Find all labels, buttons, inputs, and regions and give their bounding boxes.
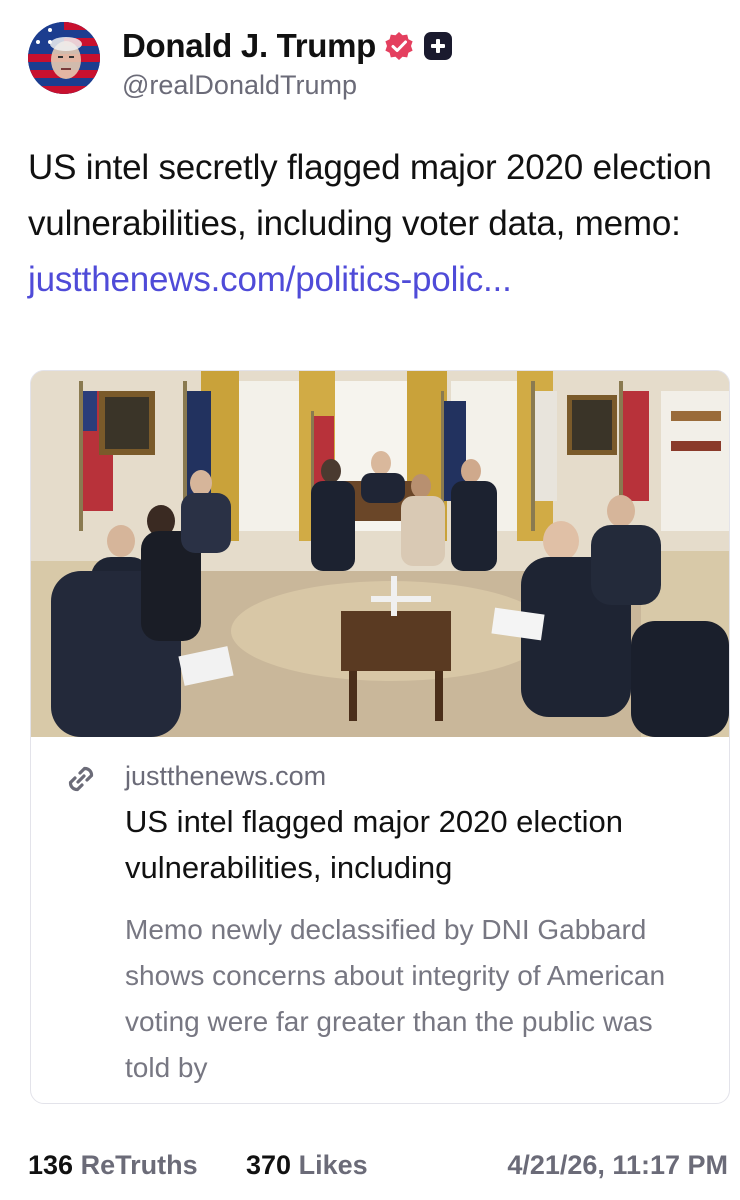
- likes-count: 370: [246, 1150, 292, 1180]
- post-timestamp[interactable]: 4/21/26, 11:17 PM: [507, 1150, 728, 1181]
- card-meta: justthenews.com US intel flagged major 2…: [31, 737, 729, 1103]
- link-preview-card[interactable]: justthenews.com US intel flagged major 2…: [30, 370, 730, 1104]
- post-stats: 136 ReTruths 370 Likes 4/21/26, 11:17 PM: [28, 1150, 728, 1184]
- truth-post: Donald J. Trump @realDonaldTrump US inte…: [0, 0, 740, 1200]
- avatar[interactable]: [28, 22, 100, 94]
- card-title: US intel flagged major 2020 election vul…: [125, 804, 624, 885]
- link-icon: [68, 766, 94, 792]
- post-text-body: US intel secretly flagged major 2020 ele…: [28, 148, 712, 243]
- post-header: Donald J. Trump @realDonaldTrump: [28, 22, 718, 100]
- retruths-label: ReTruths: [80, 1150, 198, 1180]
- display-name[interactable]: Donald J. Trump: [122, 27, 376, 65]
- retruths-stat[interactable]: 136 ReTruths: [28, 1150, 198, 1181]
- verified-badge-icon: [385, 32, 413, 60]
- card-image[interactable]: [31, 371, 729, 737]
- plus-badge-icon: [424, 32, 453, 60]
- card-domain: justthenews.com: [125, 761, 327, 791]
- user-handle[interactable]: @realDonaldTrump: [122, 70, 357, 101]
- post-link[interactable]: justthenews.com/politics-polic...: [28, 260, 512, 299]
- retruths-count: 136: [28, 1150, 74, 1180]
- post-text: US intel secretly flagged major 2020 ele…: [28, 140, 718, 308]
- card-description: Memo newly declassified by DNI Gabbard s…: [125, 914, 666, 1083]
- likes-label: Likes: [298, 1150, 368, 1180]
- likes-stat[interactable]: 370 Likes: [246, 1150, 368, 1181]
